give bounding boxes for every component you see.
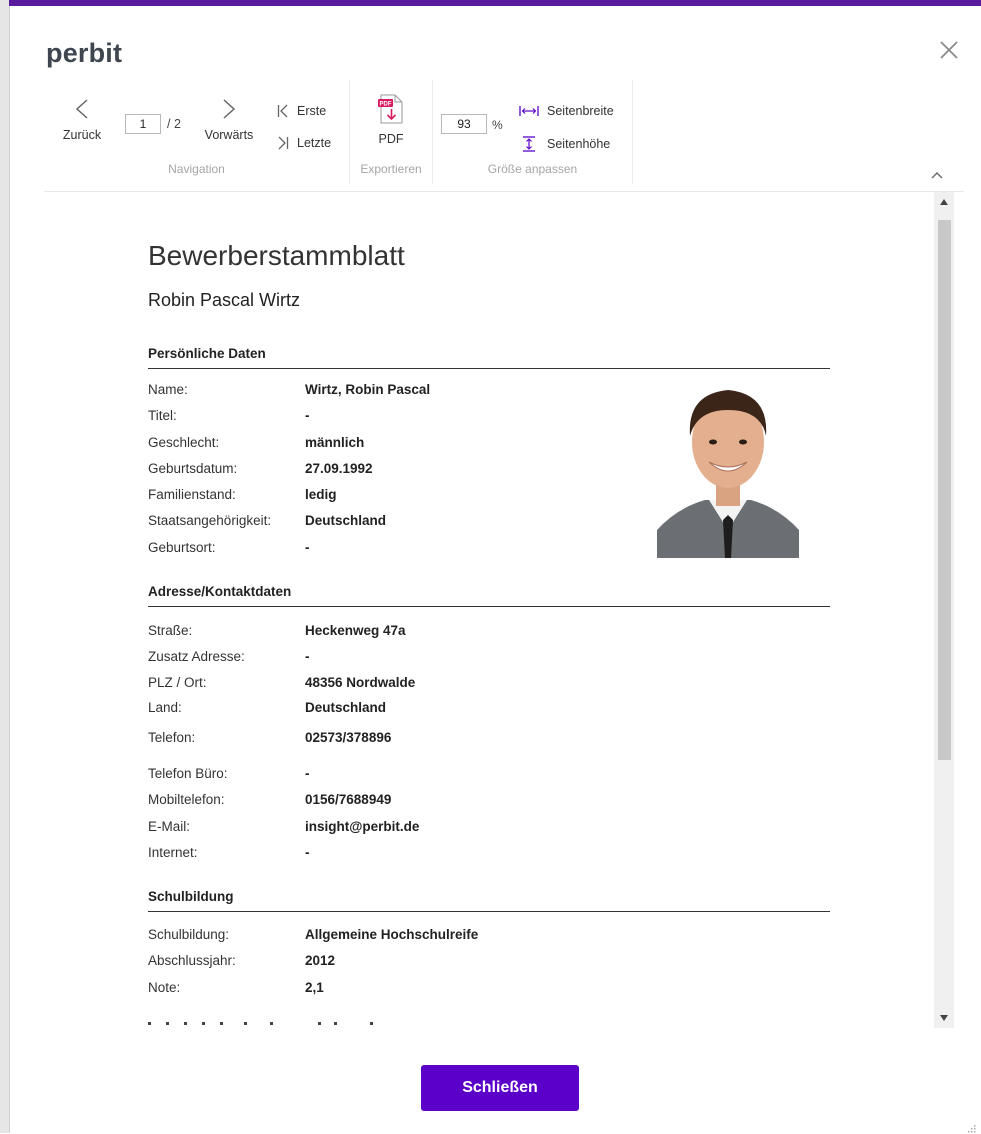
fit-page-height-button[interactable]: Seitenhöhe [519, 136, 610, 152]
field-label: Note: [148, 980, 181, 995]
page-height-icon [523, 136, 535, 152]
field-label: Straße: [148, 623, 193, 638]
field-label: Internet: [148, 845, 198, 860]
scroll-up-icon[interactable] [939, 198, 949, 206]
export-group-label: Exportieren [360, 162, 422, 176]
field-value: Deutschland [305, 513, 387, 528]
first-page-label: Erste [297, 104, 327, 118]
resize-grip-icon[interactable] [965, 1122, 977, 1134]
report-page-view: Bewerberstammblatt Robin Pascal Wirtz Pe… [44, 192, 954, 1028]
field-value: ledig [305, 487, 337, 502]
size-group-label: Größe anpassen [487, 162, 578, 176]
applicant-photo [657, 380, 799, 558]
section-heading-address: Adresse/Kontaktdaten [148, 584, 830, 607]
field-label: Geschlecht: [148, 435, 220, 450]
close-icon[interactable] [938, 39, 960, 61]
chevron-left-icon [75, 99, 88, 119]
section-heading-school: Schulbildung [148, 889, 830, 912]
field-value: 2,1 [305, 980, 324, 995]
field-value: 02573/378896 [305, 730, 392, 745]
first-page-button[interactable]: Erste [277, 104, 326, 118]
section-heading-personal: Persönliche Daten [148, 346, 830, 369]
viewer-ribbon: Zurück 1 / 2 Vorwärts Erste Letzte Navig… [44, 80, 964, 192]
page-total: / 2 [167, 117, 181, 131]
clipped-next-section [148, 1022, 373, 1025]
back-label: Zurück [62, 128, 102, 142]
forward-label: Vorwärts [204, 128, 254, 142]
size-group: 93 % Seitenbreite Seitenhöhe Größe anpas… [433, 80, 633, 184]
field-label: Geburtsdatum: [148, 461, 238, 476]
last-page-label: Letzte [297, 136, 332, 150]
field-label: Mobiltelefon: [148, 792, 225, 807]
pdf-label: PDF [378, 132, 404, 146]
field-value: - [305, 649, 310, 664]
svg-text:PDF: PDF [380, 101, 392, 107]
field-value: Wirtz, Robin Pascal [305, 382, 431, 397]
brand-logo: perbit [46, 38, 123, 68]
app-left-edge [0, 0, 9, 1133]
field-label: Zusatz Adresse: [148, 649, 245, 664]
pdf-file-icon: PDF [378, 94, 403, 124]
field-value: Heckenweg 47a [305, 623, 406, 638]
field-value: 48356 Nordwalde [305, 675, 416, 690]
chevron-right-icon [223, 99, 236, 119]
field-value: Allgemeine Hochschulreife [305, 927, 479, 942]
collapse-ribbon-icon[interactable] [930, 170, 944, 180]
scrollbar-thumb[interactable] [938, 220, 951, 760]
page-number-input[interactable]: 1 [125, 114, 161, 134]
navigation-group-label: Navigation [168, 162, 225, 176]
report-viewer-dialog: perbit Zurück 1 / 2 Vorwärts Erste Letzt… [9, 6, 981, 1133]
document-title: Bewerberstammblatt [148, 240, 405, 271]
vertical-scrollbar[interactable] [934, 192, 954, 1028]
field-value: - [305, 845, 310, 860]
field-value: insight@perbit.de [305, 819, 420, 834]
field-value: männlich [305, 435, 365, 450]
field-label: Staatsangehörigkeit: [148, 513, 272, 528]
export-pdf-button[interactable]: PDF PDF [366, 94, 416, 146]
export-group: PDF PDF Exportieren [350, 80, 433, 184]
field-label: Familienstand: [148, 487, 236, 502]
field-label: Schulbildung: [148, 927, 230, 942]
forward-button[interactable]: Vorwärts [194, 98, 264, 142]
zoom-unit: % [492, 118, 503, 132]
field-label: PLZ / Ort: [148, 675, 207, 690]
field-value: - [305, 766, 310, 781]
scroll-down-icon[interactable] [939, 1014, 949, 1022]
back-button[interactable]: Zurück [58, 98, 106, 142]
page-width-icon [519, 106, 539, 116]
field-label: Abschlussjahr: [148, 953, 236, 968]
field-label: Geburtsort: [148, 540, 216, 555]
first-page-icon [277, 104, 288, 118]
navigation-group: Zurück 1 / 2 Vorwärts Erste Letzte Navig… [44, 80, 350, 184]
field-label: Titel: [148, 408, 177, 423]
field-value: - [305, 408, 310, 423]
page-width-label: Seitenbreite [547, 104, 614, 118]
field-value: - [305, 540, 310, 555]
field-label: Name: [148, 382, 188, 397]
last-page-icon [278, 136, 289, 150]
zoom-input[interactable]: 93 [441, 114, 487, 134]
field-label: Land: [148, 700, 182, 715]
field-value: 0156/7688949 [305, 792, 392, 807]
field-value: 2012 [305, 953, 336, 968]
field-value: Deutschland [305, 700, 387, 715]
page-height-label: Seitenhöhe [547, 137, 611, 151]
field-label: Telefon: [148, 730, 196, 745]
close-button[interactable]: Schließen [421, 1065, 579, 1111]
field-label: Telefon Büro: [148, 766, 228, 781]
field-value: 27.09.1992 [305, 461, 373, 476]
last-page-button[interactable]: Letzte [277, 136, 331, 150]
applicant-name: Robin Pascal Wirtz [148, 290, 301, 310]
fit-page-width-button[interactable]: Seitenbreite [519, 104, 614, 118]
field-label: E-Mail: [148, 819, 191, 834]
